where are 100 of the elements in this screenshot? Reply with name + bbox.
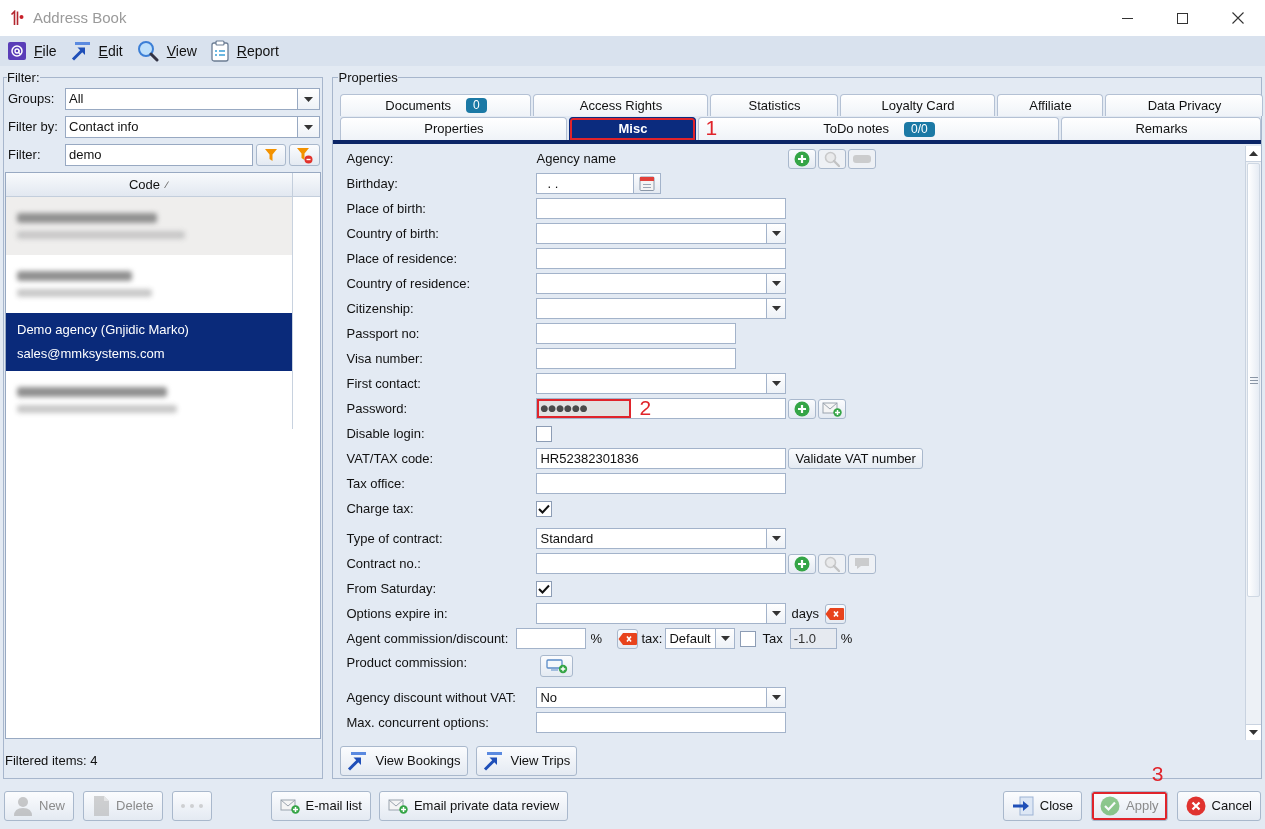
menu-item[interactable]: View — [136, 38, 197, 64]
dropdown[interactable] — [536, 223, 787, 244]
date-field[interactable]: . . — [536, 173, 635, 194]
sort-icon — [164, 181, 170, 188]
more-icon — [180, 803, 203, 808]
dropdown[interactable]: All — [65, 88, 320, 110]
dropdown[interactable]: Standard — [536, 528, 787, 549]
search-icon — [824, 150, 841, 167]
view-button[interactable]: View Bookings — [340, 746, 468, 776]
dropdown-arrow-icon — [720, 636, 730, 641]
status-text: Filtered items: 4 — [5, 752, 99, 770]
tab[interactable]: Statistics — [710, 94, 839, 116]
clear-button[interactable] — [824, 603, 846, 624]
field-label: Passport no: — [346, 324, 421, 343]
annotation-number: 2 — [639, 396, 652, 420]
contact-row[interactable] — [6, 197, 293, 255]
contact-email: sales@mmksystems.com — [17, 346, 166, 362]
text-field[interactable]: HR52382301836 — [536, 448, 787, 469]
dropdown[interactable]: No — [536, 687, 787, 708]
clear-icon — [825, 606, 846, 621]
tab[interactable]: Properties — [340, 117, 568, 140]
tab[interactable]: Affiliate — [997, 94, 1104, 116]
exit-arrow-icon — [1011, 795, 1034, 816]
scrollbar-thumb[interactable] — [1247, 163, 1260, 597]
validate-button[interactable]: Validate VAT number — [788, 448, 923, 469]
email-button[interactable]: E-mail list — [270, 790, 371, 821]
menu-item[interactable]: File — [8, 38, 57, 64]
menu-item[interactable]: Edit — [70, 38, 123, 64]
tab[interactable]: Access Rights — [533, 94, 709, 116]
field-label: Citizenship: — [346, 299, 415, 318]
add-item-button[interactable] — [540, 655, 574, 677]
add-button[interactable] — [788, 553, 817, 574]
clear-icon — [618, 631, 638, 646]
tab[interactable]: Data Privacy — [1105, 94, 1264, 116]
field-label: Country of birth: — [346, 224, 440, 243]
dropdown[interactable] — [536, 298, 787, 319]
field-label: Max. concurrent options: — [346, 713, 490, 732]
checkbox[interactable] — [740, 630, 757, 647]
field-label: Groups: — [8, 90, 56, 109]
checkbox-label: Tax — [762, 629, 783, 648]
calendar-button[interactable] — [634, 173, 662, 194]
checkbox[interactable] — [536, 425, 553, 442]
dropdown-arrow-icon — [304, 96, 313, 102]
magnifier-icon — [136, 40, 159, 62]
count-badge: 0 — [466, 98, 487, 113]
dropdown[interactable] — [536, 373, 787, 394]
plus-icon — [794, 150, 811, 167]
text-field[interactable] — [536, 712, 787, 733]
plus-icon — [794, 555, 811, 572]
menu-item[interactable]: Report — [210, 38, 279, 64]
calendar-icon — [639, 176, 656, 191]
annotation-number: 1 — [705, 116, 718, 140]
add-button[interactable] — [788, 148, 817, 169]
tab[interactable]: Loyalty Card — [840, 94, 996, 116]
text-field[interactable] — [536, 553, 787, 574]
filter-button[interactable] — [256, 144, 286, 166]
field-label: Agency: — [346, 149, 395, 168]
clear-button[interactable] — [617, 628, 639, 649]
cancel-button[interactable]: Cancel — [1176, 790, 1261, 821]
text-field[interactable] — [536, 248, 787, 269]
checkmark-icon — [538, 583, 551, 594]
person-icon — [13, 794, 33, 817]
envelope-plus-icon — [279, 797, 300, 814]
contact-name: Demo agency (Gnjidic Marko) — [17, 322, 190, 338]
send-button[interactable] — [818, 398, 847, 419]
tab[interactable]: Documents 0 — [340, 94, 532, 116]
scroll-up-icon — [1249, 151, 1258, 156]
text-field[interactable] — [536, 473, 787, 494]
filter-field[interactable]: demo — [65, 144, 253, 166]
add-button[interactable] — [788, 398, 817, 419]
field-label: Tax office: — [346, 474, 406, 493]
clear-filter-button[interactable] — [289, 144, 320, 166]
field-label: From Saturday: — [346, 579, 438, 598]
search-icon — [824, 555, 841, 572]
checkbox[interactable] — [536, 580, 553, 597]
clear-filter-icon — [296, 146, 313, 164]
email-button[interactable]: Email private data review — [378, 790, 569, 821]
scroll-down-icon — [1249, 730, 1258, 735]
dropdown[interactable]: Contact info — [65, 116, 320, 138]
close-button[interactable]: Close — [1002, 790, 1082, 821]
dropdown[interactable] — [536, 273, 787, 294]
view-button[interactable]: View Trips — [475, 746, 578, 776]
dropdown-arrow-icon — [772, 695, 781, 700]
dropdown[interactable] — [536, 603, 787, 624]
text-field[interactable] — [536, 348, 737, 369]
tab[interactable]: Remarks — [1061, 117, 1262, 140]
field-value: Agency name — [536, 149, 617, 168]
checkbox[interactable] — [536, 500, 553, 517]
scroll-down-button[interactable] — [1246, 724, 1261, 740]
dropdown-arrow-icon — [304, 124, 313, 130]
envelope-plus-icon — [387, 797, 408, 814]
speech-bubble-icon — [854, 557, 871, 570]
dropdown[interactable]: Default — [665, 628, 736, 649]
text-field[interactable] — [516, 628, 587, 649]
field-label: VAT/TAX code: — [346, 449, 435, 468]
tab[interactable]: Misc — [569, 117, 697, 140]
text-field[interactable] — [536, 198, 787, 219]
contact-row[interactable]: Demo agency (Gnjidic Marko) sales@mmksystems.com — [6, 313, 293, 371]
text-field[interactable] — [536, 323, 737, 344]
scroll-up-button[interactable] — [1246, 146, 1261, 162]
